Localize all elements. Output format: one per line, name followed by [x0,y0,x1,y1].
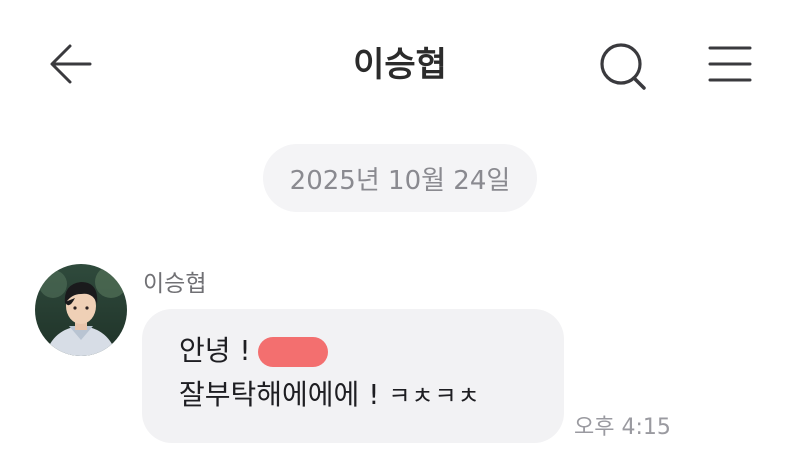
message-line-1: 안녕 ! [179,334,251,367]
hamburger-menu-icon [708,46,752,82]
chat-screen: 이승협 2025년 10월 24일 이승협 안녕 ! 잘부탁해에에에 ! ㅋㅊㅋ… [0,0,800,473]
message-bubble[interactable]: 안녕 ! 잘부탁해에에에 ! ㅋㅊㅋㅊ [142,309,564,443]
redaction-mark [258,337,328,367]
sender-avatar[interactable] [35,264,127,356]
message-line-2-main: 잘부탁해에에에 ! [179,378,389,411]
date-divider-label: 2025년 10월 24일 [289,165,511,196]
menu-button[interactable] [706,40,754,90]
message-timestamp: 오후 4:15 [574,415,671,440]
chat-header: 이승협 [0,0,800,130]
back-button[interactable] [46,40,96,90]
arrow-left-icon [50,44,92,84]
sender-name: 이승협 [143,271,207,297]
search-icon [600,43,646,90]
message-line-2-tail: ㅋㅊㅋㅊ [388,382,481,410]
search-button[interactable] [598,40,650,92]
chat-title: 이승협 [353,45,447,85]
date-divider: 2025년 10월 24일 [263,144,537,212]
message-line-2: 잘부탁해에에에 ! ㅋㅊㅋㅊ [179,375,481,416]
profile-photo-icon [35,264,127,356]
